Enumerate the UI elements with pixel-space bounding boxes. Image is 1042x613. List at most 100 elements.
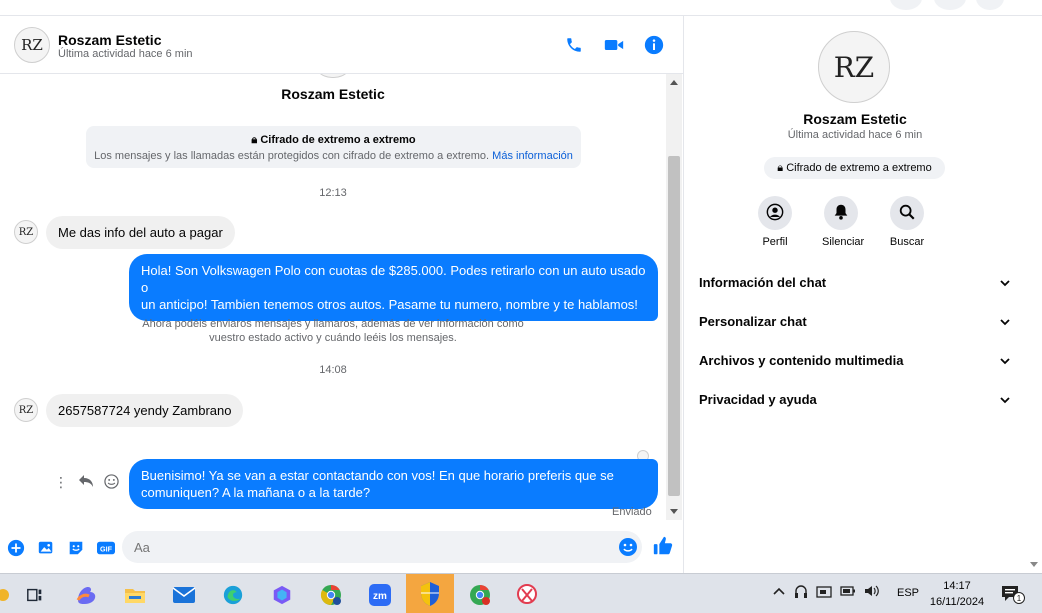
side-avatar[interactable]: RZ: [818, 31, 890, 103]
edge-icon[interactable]: [213, 578, 253, 612]
message-bubble-out[interactable]: Hola! Son Volkswagen Polo con cuotas de …: [129, 254, 658, 321]
e2e-badge[interactable]: 🔒︎ Cifrado de extremo a extremo: [764, 157, 945, 179]
mute-button[interactable]: Silenciar: [822, 196, 864, 248]
more-options-icon[interactable]: ⋮: [54, 474, 68, 492]
top-button-ghost[interactable]: [890, 0, 922, 10]
composer: GIF: [0, 520, 683, 573]
task-view-icon[interactable]: [15, 578, 55, 612]
phone-icon[interactable]: [563, 34, 585, 56]
lock-icon: 🔒︎: [251, 134, 258, 146]
display-icon[interactable]: [816, 584, 832, 603]
headset-icon[interactable]: [794, 584, 808, 603]
mail-icon[interactable]: [164, 578, 204, 612]
zoom-label: zm: [373, 591, 387, 602]
scrollbar-thumb[interactable]: [668, 156, 680, 496]
language-indicator[interactable]: ESP: [897, 587, 919, 599]
profile-button[interactable]: Perfil: [756, 196, 794, 248]
search-button[interactable]: Buscar: [888, 196, 926, 248]
search-icon: [898, 203, 916, 224]
zoom-icon[interactable]: zm: [360, 578, 400, 612]
browser-top-strip: [0, 0, 1042, 16]
message-text: Me das info del auto a pagar: [58, 225, 223, 240]
taskbar: zm ESP 14:17 16/11/2024 1: [0, 573, 1042, 613]
section-label: Información del chat: [699, 275, 827, 290]
chat-scrollbar[interactable]: [666, 74, 682, 520]
side-contact-status: Última actividad hace 6 min: [787, 129, 923, 141]
chevron-down-icon: [1000, 318, 1010, 325]
chevron-down-icon: [1000, 279, 1010, 286]
scroll-down-arrow[interactable]: [670, 509, 678, 514]
message-text: comuniquen? A la mañana o a la tarde?: [141, 485, 371, 500]
contact-status: Última actividad hace 6 min: [58, 48, 193, 60]
notification-icon[interactable]: 1: [1000, 584, 1026, 609]
like-icon[interactable]: [652, 535, 676, 559]
more-info-link[interactable]: Más información: [492, 150, 573, 162]
snipping-tool-icon[interactable]: [507, 578, 547, 612]
contact-name[interactable]: Roszam Estetic: [58, 32, 161, 48]
widgets-icon[interactable]: [0, 578, 12, 612]
section-privacy-help[interactable]: Privacidad y ayuda: [694, 380, 1016, 419]
section-label: Archivos y contenido multimedia: [699, 353, 904, 368]
page-scrollbar[interactable]: [1026, 16, 1042, 573]
message-bubble-out[interactable]: Buenisimo! Ya se van a estar contactando…: [129, 459, 658, 509]
details-panel: RZ Roszam Estetic Última actividad hace …: [684, 16, 1026, 573]
file-explorer-icon[interactable]: [115, 578, 155, 612]
message-avatar[interactable]: RZ: [14, 398, 38, 422]
chevron-up-icon[interactable]: [772, 584, 786, 603]
volume-icon[interactable]: [864, 584, 880, 603]
scroll-down-arrow[interactable]: [1030, 562, 1038, 567]
chat-header: RZ Roszam Estetic Última actividad hace …: [0, 16, 683, 74]
video-icon[interactable]: [603, 34, 625, 56]
timestamp: 14:08: [319, 364, 347, 376]
message-bubble-in[interactable]: 2657587724 yendy Zambrano: [46, 394, 244, 427]
profile-label: Perfil: [762, 236, 788, 248]
account-avatar[interactable]: [976, 0, 1004, 10]
section-customize-chat[interactable]: Personalizar chat: [694, 302, 1016, 341]
chevron-down-icon: [1000, 396, 1010, 403]
section-media-files[interactable]: Archivos y contenido multimedia: [694, 341, 1016, 380]
system-tray: [772, 584, 880, 603]
section-label: Privacidad y ayuda: [699, 392, 817, 407]
system-note-line: Ahora podéis enviaros mensajes y llamaro…: [142, 318, 524, 330]
timestamp: 12:13: [319, 187, 347, 199]
lock-icon: 🔒︎: [777, 162, 784, 174]
logo-text: RZ: [18, 226, 34, 238]
message-input[interactable]: [122, 531, 642, 563]
top-button-ghost[interactable]: [934, 0, 966, 10]
gif-icon[interactable]: GIF: [96, 538, 116, 558]
search-label: Buscar: [889, 236, 925, 248]
section-label: Personalizar chat: [699, 314, 807, 329]
sticker-icon[interactable]: [66, 538, 86, 558]
chrome-profile-icon[interactable]: [311, 578, 351, 612]
react-emoji-icon[interactable]: [104, 474, 119, 492]
message-bubble-in[interactable]: Me das info del auto a pagar: [46, 216, 235, 249]
section-chat-info[interactable]: Información del chat: [694, 263, 1016, 302]
message-list[interactable]: Roszam Estetic 🔒︎ Cifrado de extremo a e…: [0, 74, 666, 520]
e2e-body: Los mensajes y las llamadas están proteg…: [94, 150, 490, 162]
scroll-up-arrow[interactable]: [670, 80, 678, 85]
logo-text: RZ: [833, 50, 875, 84]
e2e-notice: 🔒︎ Cifrado de extremo a extremo Los mens…: [86, 126, 581, 168]
plus-icon[interactable]: [6, 538, 26, 558]
image-icon[interactable]: [36, 538, 56, 558]
message-avatar[interactable]: RZ: [14, 220, 38, 244]
clock[interactable]: 14:17 16/11/2024: [926, 578, 988, 610]
contact-avatar[interactable]: RZ: [14, 27, 50, 63]
notification-count: 1: [1017, 594, 1022, 603]
chevron-down-icon: [1000, 357, 1010, 364]
logo-text: RZ: [18, 404, 34, 416]
gif-label: GIF: [100, 545, 113, 554]
reply-icon[interactable]: [78, 474, 94, 492]
emoji-icon[interactable]: [618, 537, 638, 557]
clock-date: 16/11/2024: [929, 596, 985, 608]
copilot-icon[interactable]: [66, 578, 106, 612]
bell-icon: [832, 203, 850, 224]
e2e-badge-label: Cifrado de extremo a extremo: [786, 162, 932, 174]
thread-contact-name: Roszam Estetic: [281, 86, 385, 102]
security-shield-icon[interactable]: [406, 574, 454, 613]
message-text: Buenisimo! Ya se van a estar contactando…: [141, 468, 614, 483]
info-icon[interactable]: [643, 34, 665, 56]
copilot-alt-icon[interactable]: [262, 578, 302, 612]
chrome-b-icon[interactable]: [460, 578, 500, 612]
battery-icon[interactable]: [840, 584, 856, 603]
